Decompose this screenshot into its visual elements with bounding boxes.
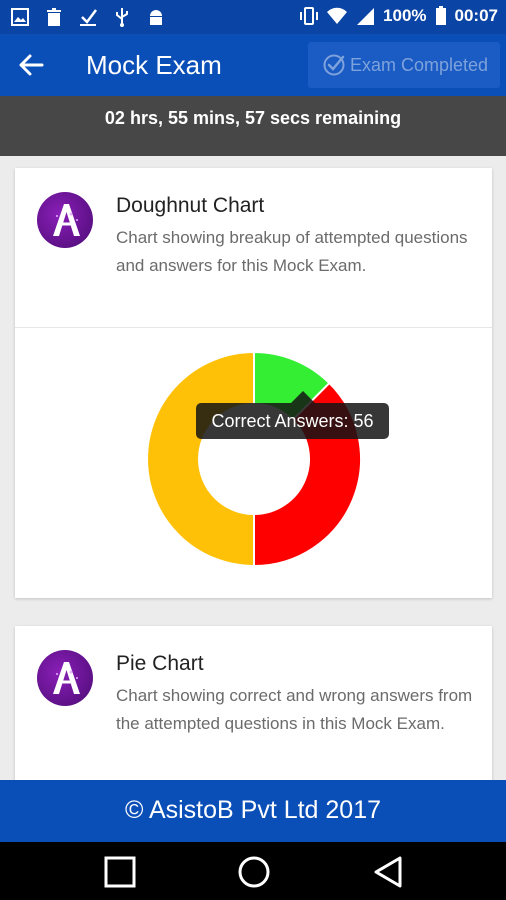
app-bar: Mock Exam Exam Completed: [0, 34, 506, 96]
footer-text: © AsistoB Pvt Ltd 2017: [124, 796, 382, 824]
tooltip-arrow: [291, 391, 315, 403]
doughnut-slice-2[interactable]: [146, 350, 255, 568]
status-time: 00:07: [454, 6, 498, 25]
image-icon: [11, 8, 29, 26]
pie-chart-card: Pie Chart Chart showing correct and wron…: [15, 626, 492, 786]
footer: © AsistoB Pvt Ltd 2017: [0, 780, 506, 842]
timer-bar: 02 hrs, 55 mins, 57 secs remaining: [0, 96, 506, 156]
doughnut-chart[interactable]: [15, 328, 492, 598]
chart-tooltip: Correct Answers: 56: [196, 403, 389, 439]
card-title: Pie Chart: [116, 652, 204, 675]
exam-completed-label: Exam Completed: [350, 54, 489, 75]
usb-icon: [116, 8, 128, 27]
card-subtitle: Chart showing correct and wrong answers …: [116, 686, 473, 733]
card-subtitle: Chart showing breakup of attempted quest…: [116, 228, 468, 275]
triangle-back-icon[interactable]: [370, 854, 406, 890]
exam-completed-button[interactable]: Exam Completed: [308, 42, 500, 88]
card-header: Pie Chart Chart showing correct and wron…: [15, 626, 492, 786]
page-title: Mock Exam: [86, 50, 222, 80]
doughnut-chart-area[interactable]: [15, 328, 492, 598]
status-bar: 100% 00:07: [0, 0, 506, 34]
trash-icon: [47, 8, 61, 26]
system-nav-bar: [0, 842, 506, 900]
card-header: Doughnut Chart Chart showing breakup of …: [15, 168, 492, 328]
card-title: Doughnut Chart: [116, 194, 265, 217]
signal-icon: [357, 8, 375, 25]
status-left-icons: [10, 7, 166, 27]
status-right: 100% 00:07: [299, 6, 498, 26]
circle-home-icon[interactable]: [236, 854, 272, 890]
arrow-left-icon[interactable]: [14, 50, 50, 80]
timer-text: 02 hrs, 55 mins, 57 secs remaining: [104, 108, 402, 128]
wifi-icon: [327, 7, 348, 25]
check-circle-icon: [323, 54, 345, 76]
square-recent-icon[interactable]: [102, 854, 138, 890]
doughnut-chart-card: Doughnut Chart Chart showing breakup of …: [15, 168, 492, 598]
android-icon: [150, 10, 162, 25]
download-icon: [80, 9, 97, 26]
asistob-logo-icon: [37, 192, 93, 248]
battery-percent: 100%: [383, 6, 427, 25]
asistob-logo-icon: [37, 650, 93, 706]
vibrate-icon: [300, 7, 319, 25]
battery-icon: [435, 6, 446, 25]
